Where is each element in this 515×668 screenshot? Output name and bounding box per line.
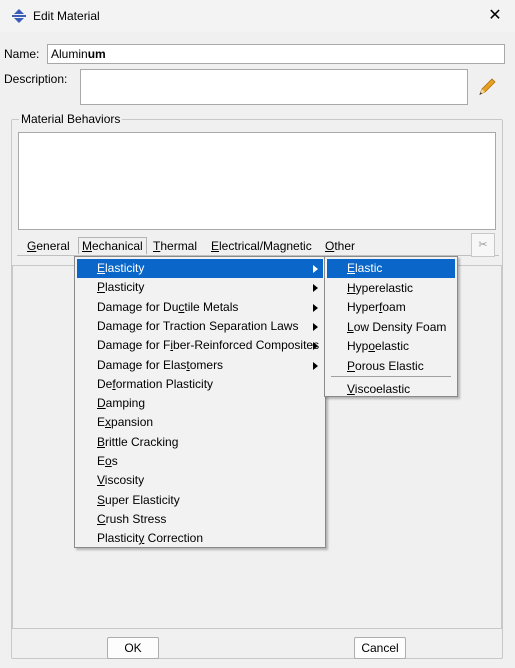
submenu-item-hypoelastic[interactable]: Hypoelastic: [327, 337, 455, 356]
menu-item-label: Super Elasticity: [97, 492, 180, 507]
material-behaviors-label: Material Behaviors: [19, 112, 123, 126]
menu-item-damping[interactable]: Damping: [77, 394, 323, 413]
submenu-separator: [331, 376, 451, 377]
menu-item-label: Deformation Plasticity: [97, 376, 214, 391]
menu-item-label: Brittle Cracking: [97, 434, 179, 449]
menu-item-viscosity[interactable]: Viscosity: [77, 471, 323, 490]
submenu-item-label: Hypoelastic: [347, 339, 410, 353]
pencil-icon[interactable]: [476, 76, 498, 98]
submenu-arrow-icon: [313, 303, 318, 312]
submenu-arrow-icon: [313, 342, 318, 351]
submenu-item-elastic[interactable]: Elastic: [327, 259, 455, 278]
submenu-arrow-icon: [313, 361, 318, 370]
menu-item-deformation-plasticity[interactable]: Deformation Plasticity: [77, 375, 323, 394]
tab-thermal[interactable]: Thermal: [153, 239, 197, 253]
cancel-button[interactable]: Cancel: [354, 637, 406, 659]
name-input[interactable]: Aluminum: [47, 44, 505, 64]
menu-item-super-elasticity[interactable]: Super Elasticity: [77, 491, 323, 510]
menu-item-label: Damage for Ductile Metals: [97, 299, 239, 314]
menu-item-plasticity[interactable]: Plasticity: [77, 278, 323, 297]
submenu-item-low-density-foam[interactable]: Low Density Foam: [327, 318, 455, 337]
menu-item-damage-for-traction-separation-laws[interactable]: Damage for Traction Separation Laws: [77, 317, 323, 336]
name-value-prefix: Alumin: [51, 47, 88, 61]
name-value-suffix: um: [87, 47, 106, 61]
close-button[interactable]: ✕: [485, 6, 505, 26]
menu-item-label: Elasticity: [97, 261, 145, 275]
wrench-icon: ✂: [478, 239, 488, 251]
tab-electrical-magnetic[interactable]: Electrical/Magnetic: [211, 239, 312, 253]
menu-item-label: Expansion: [97, 415, 154, 430]
material-icon: [12, 9, 26, 23]
menu-item-eos[interactable]: Eos: [77, 452, 323, 471]
menu-item-label: Crush Stress: [97, 511, 167, 526]
edit-tool-button[interactable]: ✂: [471, 233, 495, 257]
menu-item-damage-for-ductile-metals[interactable]: Damage for Ductile Metals: [77, 298, 323, 317]
menu-item-damage-for-fiber-reinforced-composites[interactable]: Damage for Fiber-Reinforced Composites: [77, 336, 323, 355]
tab-other[interactable]: Other: [325, 239, 355, 253]
tab-general[interactable]: General: [27, 239, 70, 253]
submenu-item-hyperfoam[interactable]: Hyperfoam: [327, 298, 455, 317]
menu-item-label: Damping: [97, 396, 146, 411]
ok-button[interactable]: OK: [107, 637, 159, 659]
title-bar: Edit Material ✕: [0, 0, 515, 32]
menu-item-crush-stress[interactable]: Crush Stress: [77, 510, 323, 529]
menu-item-label: Plasticity Correction: [97, 531, 204, 546]
submenu-item-viscoelastic[interactable]: Viscoelastic: [327, 380, 455, 399]
close-icon: ✕: [488, 7, 502, 24]
menu-item-label: Viscosity: [97, 473, 145, 488]
submenu-item-label: Hyperfoam: [347, 300, 406, 314]
name-label: Name:: [4, 47, 40, 61]
submenu-arrow-icon: [313, 284, 318, 293]
submenu-item-label: Porous Elastic: [347, 358, 424, 373]
material-behaviors-list[interactable]: [18, 132, 496, 230]
menu-item-brittle-cracking[interactable]: Brittle Cracking: [77, 433, 323, 452]
submenu-item-porous-elastic[interactable]: Porous Elastic: [327, 357, 455, 376]
mechanical-menu: Elasticity Plasticity Damage for Ductile M…: [74, 256, 326, 548]
menu-item-label: Damage for Traction Separation Laws: [97, 318, 299, 333]
menu-item-plasticity-correction[interactable]: Plasticity Correction: [77, 529, 323, 548]
elasticity-submenu: Elastic Hyperelastic Hyperfoam Low Density …: [324, 256, 458, 397]
submenu-item-label: Hyperelastic: [347, 280, 414, 295]
menu-item-label: Plasticity: [97, 280, 145, 295]
submenu-item-label: Low Density Foam: [347, 319, 447, 334]
menu-item-label: Damage for Fiber-Reinforced Composites: [97, 338, 320, 353]
menu-item-expansion[interactable]: Expansion: [77, 413, 323, 432]
submenu-item-label: Elastic: [347, 261, 383, 275]
submenu-item-hyperelastic[interactable]: Hyperelastic: [327, 279, 455, 298]
menu-item-label: Damage for Elastomers: [97, 357, 224, 372]
description-input[interactable]: [80, 69, 468, 105]
menu-item-elasticity[interactable]: Elasticity: [77, 259, 323, 278]
menu-item-damage-for-elastomers[interactable]: Damage for Elastomers: [77, 356, 323, 375]
submenu-arrow-icon: [313, 265, 318, 273]
window-title: Edit Material: [33, 9, 100, 23]
description-label: Description:: [4, 72, 68, 86]
tab-mechanical[interactable]: Mechanical: [78, 237, 147, 254]
submenu-item-label: Viscoelastic: [347, 382, 411, 396]
menu-item-label: Eos: [97, 454, 118, 468]
submenu-arrow-icon: [313, 322, 318, 331]
